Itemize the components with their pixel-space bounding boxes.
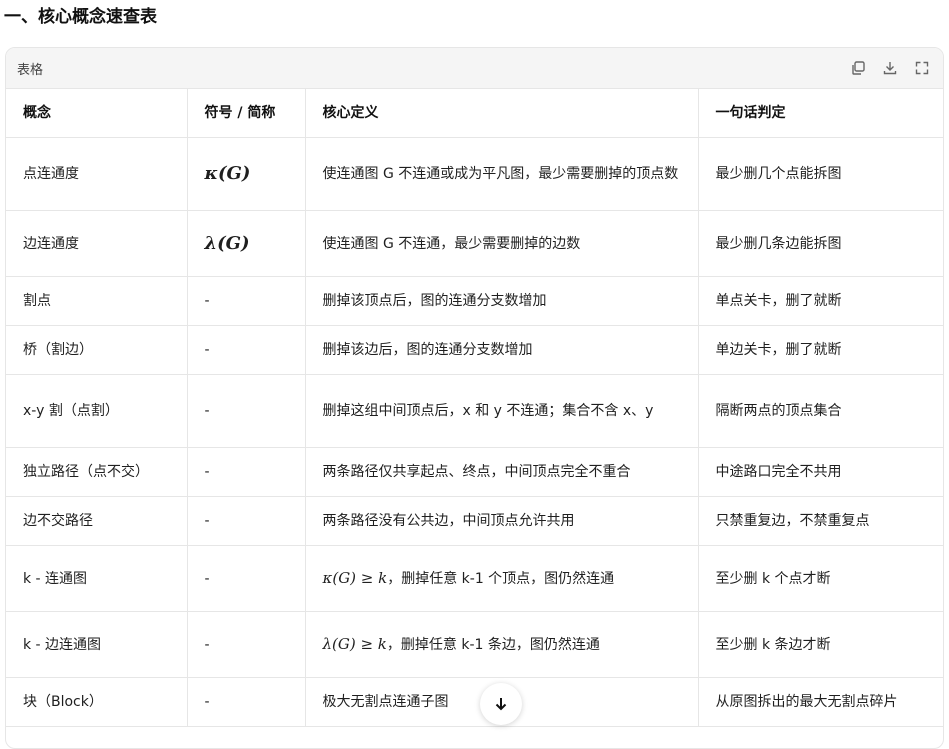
table-row: x-y 割（点割） - 删掉这组中间顶点后，x 和 y 不连通；集合不含 x、y…	[6, 374, 943, 448]
definition-cell: 使连通图 G 不连通，最少需要删掉的边数	[305, 210, 699, 277]
verdict-cell: 单点关卡，删了就断	[698, 276, 943, 326]
definition-cell: 使连通图 G 不连通或成为平凡图，最少需要删掉的顶点数	[305, 137, 699, 211]
symbol-cell: -	[187, 545, 306, 612]
concept-cell: 桥（割边）	[6, 325, 188, 375]
concept-cell: k - 边连通图	[6, 611, 188, 678]
table-row: 独立路径（点不交） - 两条路径仅共享起点、终点，中间顶点完全不重合 中途路口完…	[6, 447, 943, 497]
arrow-down-icon	[495, 698, 507, 711]
verdict-cell: 只禁重复边，不禁重复点	[698, 496, 943, 546]
verdict-cell: 最少删几条边能拆图	[698, 210, 943, 277]
definition-cell: κ(G) ≥ k，删掉任意 k-1 个顶点，图仍然连通	[305, 545, 699, 612]
table-row: 点连通度 κ(G) 使连通图 G 不连通或成为平凡图，最少需要删掉的顶点数 最少…	[6, 137, 943, 211]
verdict-cell: 最少删几个点能拆图	[698, 137, 943, 211]
table-card: 表格 概念 符号 / 简称 核心定义 一句话判定 点连通度 κ(G) 使连通图 …	[5, 47, 944, 749]
verdict-cell: 从原图拆出的最大无割点碎片	[698, 677, 943, 727]
math-formula: κ(G) ≥ k	[322, 569, 388, 587]
download-icon[interactable]	[880, 59, 899, 78]
table-row: 块（Block） - 极大无割点连通子图 从原图拆出的最大无割点碎片	[6, 677, 943, 727]
concept-cell: 割点	[6, 276, 188, 326]
copy-icon[interactable]	[848, 59, 867, 78]
verdict-cell: 至少删 k 个点才断	[698, 545, 943, 612]
expand-icon[interactable]	[912, 59, 931, 78]
definition-cell: 删掉该顶点后，图的连通分支数增加	[305, 276, 699, 326]
math-formula: λ(G) ≥ k	[322, 635, 387, 653]
table-row: k - 边连通图 - λ(G) ≥ k，删掉任意 k-1 条边，图仍然连通 至少…	[6, 611, 943, 678]
symbol-cell: -	[187, 447, 306, 497]
definition-cell: 删掉这组中间顶点后，x 和 y 不连通；集合不含 x、y	[305, 374, 699, 448]
symbol-cell: -	[187, 276, 306, 326]
concept-cell: k - 连通图	[6, 545, 188, 612]
table-card-header: 表格	[6, 48, 943, 89]
table-row: 桥（割边） - 删掉该边后，图的连通分支数增加 单边关卡，删了就断	[6, 325, 943, 375]
definition-text: ，删掉任意 k-1 条边，图仍然连通	[386, 637, 600, 653]
definition-cell: 两条路径仅共享起点、终点，中间顶点完全不重合	[305, 447, 699, 497]
table-toolbar	[848, 59, 931, 78]
concept-cell: 边连通度	[6, 210, 188, 277]
definition-cell: 删掉该边后，图的连通分支数增加	[305, 325, 699, 375]
symbol-cell: -	[187, 374, 306, 448]
definition-text: ，删掉任意 k-1 个顶点，图仍然连通	[387, 571, 615, 587]
table-row: 割点 - 删掉该顶点后，图的连通分支数增加 单点关卡，删了就断	[6, 276, 943, 326]
symbol-cell: λ(G)	[187, 210, 306, 277]
verdict-cell: 中途路口完全不共用	[698, 447, 943, 497]
verdict-cell: 隔断两点的顶点集合	[698, 374, 943, 448]
symbol-cell: -	[187, 611, 306, 678]
symbol-cell: κ(G)	[187, 137, 306, 211]
concept-cell: 块（Block）	[6, 677, 188, 727]
concept-table: 概念 符号 / 简称 核心定义 一句话判定 点连通度 κ(G) 使连通图 G 不…	[6, 89, 943, 727]
definition-cell: 两条路径没有公共边，中间顶点允许共用	[305, 496, 699, 546]
symbol-cell: -	[187, 325, 306, 375]
table-row: k - 连通图 - κ(G) ≥ k，删掉任意 k-1 个顶点，图仍然连通 至少…	[6, 545, 943, 612]
concept-cell: 边不交路径	[6, 496, 188, 546]
symbol-cell: -	[187, 677, 306, 727]
scroll-to-bottom-button[interactable]	[480, 683, 522, 725]
table-card-title: 表格	[17, 62, 44, 78]
verdict-cell: 单边关卡，删了就断	[698, 325, 943, 375]
symbol-cell: -	[187, 496, 306, 546]
column-header: 一句话判定	[698, 89, 943, 138]
definition-cell: λ(G) ≥ k，删掉任意 k-1 条边，图仍然连通	[305, 611, 699, 678]
verdict-cell: 至少删 k 条边才断	[698, 611, 943, 678]
column-header: 概念	[6, 89, 188, 138]
table-row: 边不交路径 - 两条路径没有公共边，中间顶点允许共用 只禁重复边，不禁重复点	[6, 496, 943, 546]
column-header: 符号 / 简称	[187, 89, 306, 138]
table-row: 边连通度 λ(G) 使连通图 G 不连通，最少需要删掉的边数 最少删几条边能拆图	[6, 210, 943, 277]
concept-cell: 独立路径（点不交）	[6, 447, 188, 497]
section-heading: 一、核心概念速查表	[4, 7, 157, 27]
table-header-row: 概念 符号 / 简称 核心定义 一句话判定	[6, 89, 943, 138]
column-header: 核心定义	[305, 89, 699, 138]
concept-cell: x-y 割（点割）	[6, 374, 188, 448]
concept-cell: 点连通度	[6, 137, 188, 211]
